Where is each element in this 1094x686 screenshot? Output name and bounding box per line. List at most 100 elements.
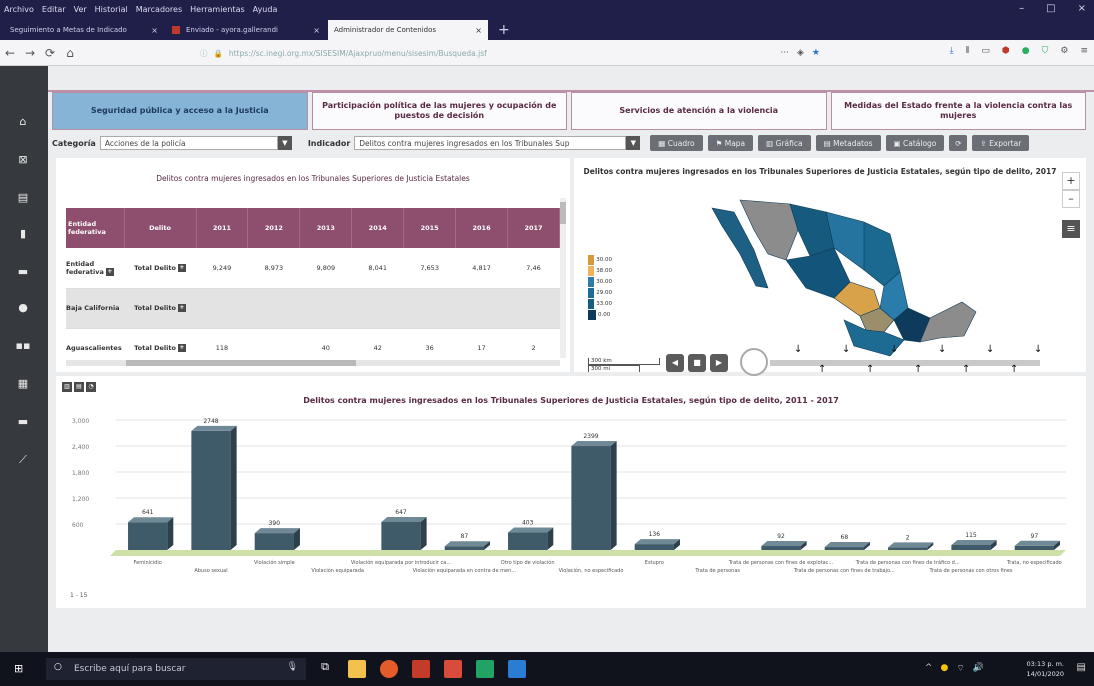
maximize-icon[interactable]: □ [1046,3,1055,14]
extension-icon[interactable]: ⬢ [1002,46,1010,56]
tab-medidas-estado[interactable]: Medidas del Estado frente a la violencia… [830,92,1086,130]
home-icon[interactable]: ⌂ [60,46,80,60]
page-actions-icon[interactable]: ··· [780,48,789,58]
menu-historial[interactable]: Historial [95,5,128,14]
browser-tab-enviado[interactable]: Enviado - ayora.gallerandi × [166,20,326,40]
chat-icon[interactable]: ● [15,300,31,316]
users-icon[interactable]: ▪▪ [15,338,31,354]
calendar-icon[interactable]: ▤ [15,190,31,206]
browser-tab-administrador[interactable]: Administrador de Contenidos × [328,20,488,40]
exportar-button[interactable]: ⇪ Exportar [972,135,1030,151]
expand-icon[interactable]: + [177,263,186,272]
document-icon[interactable]: ▮ [15,226,31,242]
categoria-select[interactable]: Acciones de la policía [99,136,278,150]
close-tab-icon[interactable]: × [151,26,158,35]
column-header[interactable]: 2013 [299,208,353,248]
bookmark-star-icon[interactable]: ★ [812,48,820,58]
menu-herramientas[interactable]: Herramientas [190,5,245,14]
stop-icon[interactable]: ■ [688,354,706,372]
task-view-icon[interactable]: ⧉ [316,660,334,678]
timeline-handle[interactable] [740,348,768,376]
download-icon[interactable]: ⤓ [950,46,954,56]
security-icon[interactable]: ● [940,663,948,674]
column-header[interactable]: 2015 [403,208,457,248]
column-header[interactable]: 2017 [507,208,560,248]
expand-icon[interactable]: + [177,344,186,352]
tab-seguridad-publica[interactable]: Seguridad pública y acceso a la Justicia [52,92,308,130]
column-header[interactable]: 2012 [247,208,301,248]
chart-type-icon[interactable]: ◔ [86,382,96,392]
powerpoint-icon[interactable] [412,660,430,678]
cuadro-button[interactable]: ▦ Cuadro [650,135,703,151]
grafica-button[interactable]: ▥ Gráfica [758,135,811,151]
chevron-down-icon[interactable]: ▼ [626,136,641,150]
address-bar[interactable]: ⓘ 🔒 https://sc.inegi.org.mx/SISESIM/Ajax… [200,44,820,62]
forward-icon[interactable]: → [20,46,40,60]
library-icon[interactable]: ⫴ [966,46,970,56]
network-icon[interactable]: ⌔ [956,663,964,674]
notifications-icon[interactable]: ▤ [1077,662,1086,673]
previous-icon[interactable]: ◀ [666,354,684,372]
close-tab-icon[interactable]: × [475,26,482,35]
card-icon[interactable]: ▬ [15,414,31,430]
microphone-icon[interactable]: 🎙 [287,662,298,672]
reload-icon[interactable]: ⟳ [40,46,60,60]
close-icon[interactable]: × [1078,3,1086,14]
customize-icon[interactable]: ⚙ [1060,46,1068,56]
tab-participacion-politica[interactable]: Participación política de las mujeres y … [311,92,567,130]
acrobat-icon[interactable] [444,660,462,678]
pocket-icon[interactable]: ◈ [797,48,804,58]
menu-editar[interactable]: Editar [42,5,66,14]
excel-icon[interactable] [476,660,494,678]
chart-line-icon[interactable]: ⟋ [15,452,31,468]
folder-icon[interactable]: ▬ [15,264,31,280]
close-tab-icon[interactable]: × [313,26,320,35]
expand-icon[interactable]: + [105,267,114,276]
layers-menu-icon[interactable]: ≡ [1062,220,1080,238]
expand-icon[interactable]: + [177,304,186,312]
firefox-icon[interactable] [380,660,398,678]
windows-start-icon[interactable]: ⊞ [14,662,28,676]
table-icon[interactable]: ▦ [15,376,31,392]
taskbar-clock[interactable]: 03:13 p. m. 14/01/2020 [1027,659,1064,679]
chart-type-icon[interactable]: ▥ [62,382,72,392]
zoom-in-button[interactable]: + [1062,172,1080,190]
column-header[interactable]: 2016 [455,208,509,248]
column-header[interactable]: 2011 [196,208,249,248]
chevron-down-icon[interactable]: ▼ [277,136,292,150]
home-icon[interactable]: ⌂ [15,114,31,130]
scrollbar-thumb[interactable] [126,360,356,366]
sidebar-icon[interactable]: ▭ [981,46,990,56]
menu-icon[interactable]: ≡ [1080,46,1088,56]
outlook-icon[interactable] [508,660,526,678]
minimize-icon[interactable]: – [1019,3,1024,14]
menu-marcadores[interactable]: Marcadores [136,5,182,14]
chart-type-icon[interactable]: ▤ [74,382,84,392]
taskbar-search[interactable]: ○ Escribe aquí para buscar 🎙 [46,658,306,680]
menu-archivo[interactable]: Archivo [4,5,34,14]
column-header[interactable]: 2014 [351,208,405,248]
column-header[interactable]: Entidad federativa [66,208,125,248]
vertical-scrollbar[interactable] [560,198,566,358]
browser-tab-seguimiento[interactable]: Seguimiento a Metas de Indicado × [4,20,164,40]
shield-icon[interactable]: ⛉ [1042,46,1049,56]
tab-servicios-atencion[interactable]: Servicios de atención a la violencia [571,92,827,130]
refresh-icon[interactable]: ⟳ [949,135,968,151]
chart-pager[interactable]: 1 - 15 [70,592,87,599]
catalogo-button[interactable]: ▣ Catálogo [885,135,945,151]
metadatos-button[interactable]: ▤ Metadatos [815,135,881,151]
file-explorer-icon[interactable] [348,660,366,678]
mexico-map[interactable] [694,190,994,370]
extension-icon[interactable]: ● [1022,46,1030,56]
menu-ayuda[interactable]: Ayuda [253,5,278,14]
back-icon[interactable]: ← [0,46,20,60]
menu-ver[interactable]: Ver [74,5,87,14]
play-icon[interactable]: ▶ [710,354,728,372]
mapa-button[interactable]: ⚑ Mapa [707,135,754,151]
indicador-select[interactable]: Delitos contra mujeres ingresados en los… [354,136,627,150]
horizontal-scrollbar[interactable] [66,360,560,366]
scrollbar-thumb[interactable] [560,202,566,224]
zoom-out-button[interactable]: – [1062,190,1080,208]
new-tab-icon[interactable]: + [490,20,518,40]
column-header[interactable]: Delito [124,208,197,248]
